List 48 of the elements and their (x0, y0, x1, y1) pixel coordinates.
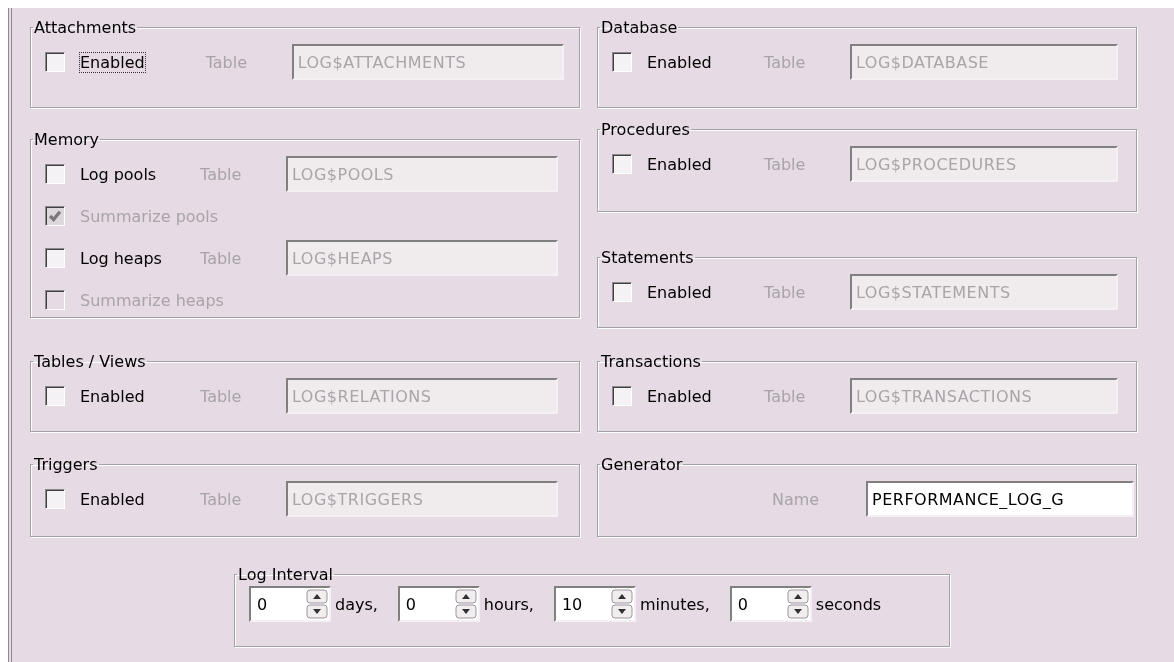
group-title: Attachments (33, 18, 138, 37)
spin-arrows-icon[interactable] (610, 589, 633, 619)
group-title: Statements (600, 248, 695, 267)
checkbox[interactable] (45, 248, 65, 268)
unit-label: seconds (815, 594, 882, 614)
checkbox[interactable] (45, 164, 65, 184)
field-label: Table (200, 489, 243, 509)
field-label: Name (772, 489, 821, 509)
checkbox[interactable] (612, 386, 632, 406)
checkbox[interactable] (612, 282, 632, 302)
field-label: Table (764, 154, 807, 174)
checkbox-label[interactable]: Enabled (646, 51, 764, 73)
group-title: Memory (33, 130, 101, 149)
checkbox-label[interactable]: Enabled (646, 153, 764, 175)
checkbox[interactable] (45, 386, 65, 406)
checkbox-label[interactable]: Log heaps (79, 247, 200, 269)
group-title: Triggers (33, 455, 99, 474)
spin-arrows-icon[interactable] (454, 589, 477, 619)
field-label: Table (764, 52, 807, 72)
unit-label: hours, (483, 594, 534, 614)
field-label: Table (205, 52, 249, 72)
field-label: Table (764, 386, 807, 406)
group-title: Database (600, 18, 679, 37)
checkbox-label[interactable]: Enabled (646, 385, 764, 407)
group-title: Generator (600, 455, 684, 474)
group-title: Procedures (600, 120, 691, 139)
name-field[interactable]: PERFORMANCE_LOG_G (866, 481, 1134, 517)
field-label: Table (764, 282, 807, 302)
group-title: Transactions (600, 352, 702, 371)
unit-label: days, (335, 594, 378, 614)
spin-arrows-icon[interactable] (306, 589, 328, 619)
group-title: Log Interval (237, 565, 334, 584)
unit-label: minutes, (639, 594, 710, 614)
field-label: Table (200, 164, 243, 184)
checkbox-label[interactable]: Enabled (79, 488, 200, 510)
field-label: Table (200, 386, 243, 406)
checkbox-label[interactable]: Enabled (646, 281, 764, 303)
checkbox[interactable] (612, 52, 632, 72)
checkbox[interactable] (612, 154, 632, 174)
checkbox[interactable] (45, 52, 65, 72)
spin-arrows-icon[interactable] (786, 589, 809, 619)
group-title: Tables / Views (33, 352, 147, 371)
checkbox-label[interactable]: Enabled (79, 51, 146, 73)
checkbox[interactable] (45, 489, 65, 509)
checkbox-label[interactable]: Enabled (79, 385, 200, 407)
checkmark-icon (48, 209, 62, 223)
field-label: Table (200, 248, 243, 268)
checkbox-label[interactable]: Log pools (79, 163, 200, 185)
